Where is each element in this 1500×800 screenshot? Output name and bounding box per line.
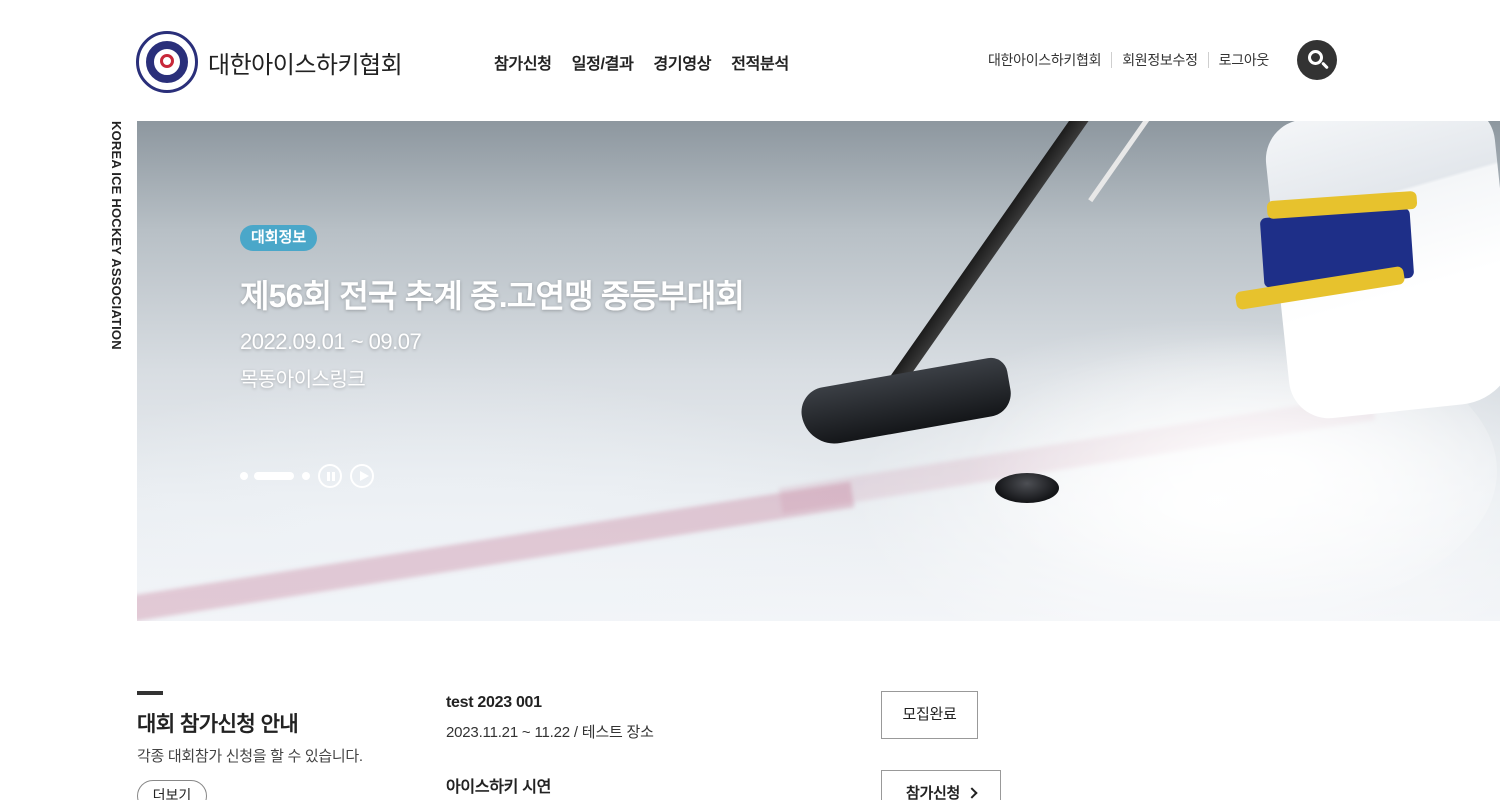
register-button[interactable]: 참가신청 — [881, 770, 1001, 800]
site-logo[interactable]: 대한아이스하키협회 — [136, 31, 403, 93]
nav-item-schedule-results[interactable]: 일정/결과 — [572, 50, 634, 74]
nav-item-game-videos[interactable]: 경기영상 — [654, 50, 712, 74]
util-link-logout[interactable]: 로그아웃 — [1207, 52, 1279, 68]
more-button[interactable]: 더보기 — [137, 780, 207, 800]
slider-dot-1[interactable] — [240, 472, 248, 480]
utility-nav: 대한아이스하키협회 회원정보수정 로그아웃 — [988, 52, 1279, 68]
logo-text: 대한아이스하키협회 — [208, 51, 403, 79]
hero-title: 제56회 전국 추계 중.고연맹 중등부대회 — [240, 278, 745, 314]
event-name: test 2023 001 — [446, 694, 542, 711]
hero-category-badge: 대회정보 — [240, 225, 318, 251]
hero-banner[interactable]: 대회정보 제56회 전국 추계 중.고연맹 중등부대회 2022.09.01 ~… — [137, 121, 1500, 621]
main-nav: 참가신청 일정/결과 경기영상 전적분석 — [494, 50, 789, 74]
section-description: 각종 대회참가 신청을 할 수 있습니다. — [137, 748, 363, 765]
search-button[interactable] — [1297, 40, 1337, 80]
util-link-association[interactable]: 대한아이스하키협회 — [988, 52, 1111, 68]
util-link-edit-profile[interactable]: 회원정보수정 — [1111, 52, 1207, 68]
side-vertical-label: KOREA ICE HOCKEY ASSOCIATION — [109, 121, 124, 350]
slider-dot-2-active[interactable] — [254, 472, 294, 480]
slider-dot-3[interactable] — [302, 472, 310, 480]
nav-item-registration[interactable]: 참가신청 — [494, 50, 552, 74]
chevron-right-icon — [966, 787, 978, 799]
puck-image — [995, 473, 1059, 503]
rink-line-decoration — [137, 481, 855, 621]
hero-date: 2022.09.01 ~ 09.07 — [240, 329, 422, 354]
slider-pager — [240, 464, 374, 488]
register-button-label: 참가신청 — [905, 785, 960, 800]
event-name: 아이스하키 시연 — [446, 779, 552, 796]
event-item[interactable]: test 2023 001 2023.11.21 ~ 11.22 / 테스트 장… — [446, 694, 654, 742]
status-button-closed[interactable]: 모집완료 — [881, 691, 978, 739]
event-item[interactable]: 아이스하키 시연 — [446, 773, 551, 797]
section-accent-bar — [137, 691, 163, 695]
section-title: 대회 참가신청 안내 — [137, 713, 299, 736]
play-icon[interactable] — [350, 464, 374, 488]
event-meta: 2023.11.21 ~ 11.22 / 테스트 장소 — [446, 724, 654, 741]
site-header: 대한아이스하키협회 참가신청 일정/결과 경기영상 전적분석 대한아이스하키협회… — [0, 0, 1500, 121]
logo-emblem-icon — [136, 31, 198, 93]
hero-venue: 목동아이스링크 — [240, 369, 366, 391]
pause-icon[interactable] — [318, 464, 342, 488]
nav-item-record-analysis[interactable]: 전적분석 — [731, 50, 789, 74]
